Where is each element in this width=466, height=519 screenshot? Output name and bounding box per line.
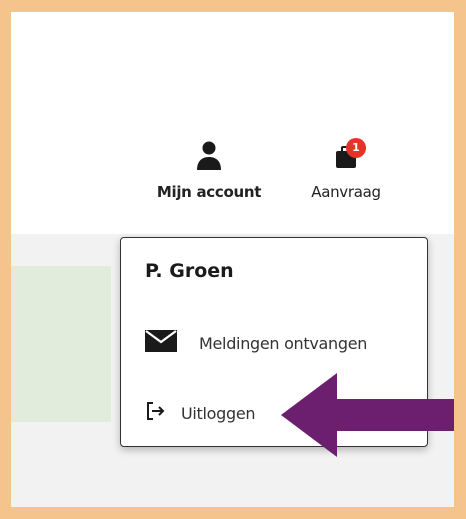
logout-icon bbox=[145, 401, 181, 425]
user-name: P. Groen bbox=[145, 260, 234, 282]
screenshot-frame: Mijn account 1 Aanvraag P. Groen Melding… bbox=[11, 12, 454, 507]
menu-item-logout[interactable]: Uitloggen bbox=[145, 401, 256, 425]
briefcase-icon: 1 bbox=[326, 138, 366, 174]
menu-item-notifications[interactable]: Meldingen ontvangen bbox=[145, 330, 367, 356]
nav-aanvraag-label: Aanvraag bbox=[311, 183, 381, 201]
menu-item-logout-label: Uitloggen bbox=[181, 403, 256, 423]
nav-my-account-label: Mijn account bbox=[156, 183, 262, 201]
annotation-arrow-icon bbox=[281, 373, 454, 457]
mail-icon bbox=[145, 330, 199, 356]
nav-my-account[interactable]: Mijn account bbox=[139, 140, 279, 201]
notification-badge: 1 bbox=[346, 138, 366, 158]
user-icon bbox=[139, 140, 279, 174]
menu-item-notifications-label: Meldingen ontvangen bbox=[199, 333, 368, 353]
content-panel bbox=[11, 266, 111, 422]
nav-aanvraag[interactable]: 1 Aanvraag bbox=[298, 138, 394, 201]
